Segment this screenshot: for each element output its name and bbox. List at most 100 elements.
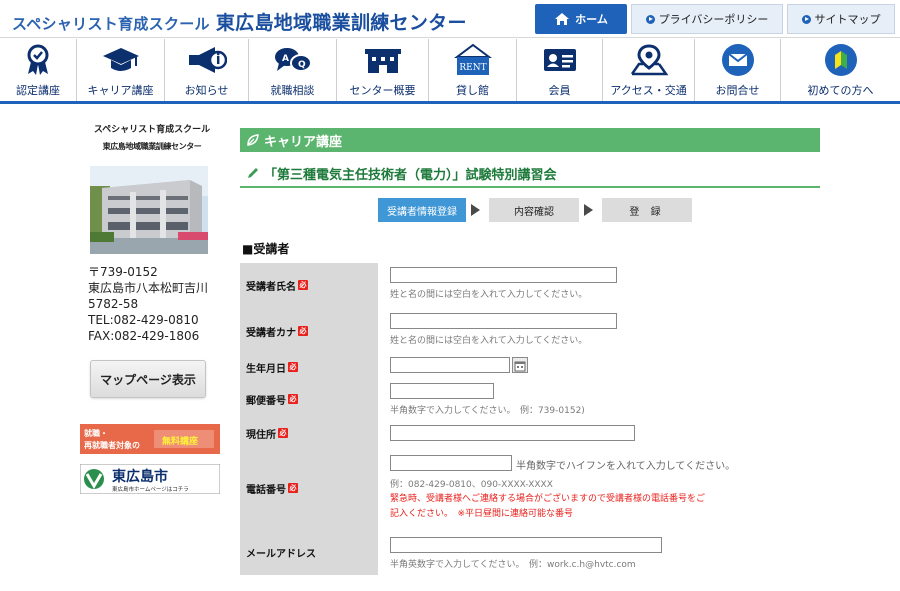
nav-label: 初めての方へ bbox=[807, 84, 874, 97]
free-course-banner[interactable]: 就職・ 再就職者対象の 無料講座 bbox=[80, 424, 220, 454]
form-row-birthdate: 生年月日必 bbox=[240, 355, 820, 379]
svg-text:A: A bbox=[282, 54, 289, 64]
banner-highlight: 無料講座 bbox=[162, 435, 198, 447]
main-nav: 認定講座 キャリア講座 お知らせ AQ 就職相談 センター概要 RENT 貸し館… bbox=[0, 39, 900, 104]
phone-input[interactable] bbox=[390, 455, 512, 471]
privacy-label: プライバシーポリシー bbox=[658, 13, 769, 26]
leaf-icon bbox=[247, 134, 259, 146]
sidebar: スペシャリスト育成スクール 東広島地域職業訓練センター 〒739-0152 東広… bbox=[79, 124, 222, 495]
email-input[interactable] bbox=[390, 537, 662, 553]
site-title[interactable]: スペシャリスト育成スクール 東広島地域職業訓練センター bbox=[12, 8, 467, 35]
postal-code-input[interactable] bbox=[390, 383, 494, 399]
nav-item-career-courses[interactable]: キャリア講座 bbox=[77, 39, 165, 101]
required-badge: 必 bbox=[288, 483, 298, 493]
beginner-mark-icon bbox=[824, 44, 857, 76]
nav-item-contact[interactable]: お問合せ bbox=[695, 39, 781, 101]
city-banner-subtitle: 東広島市ホームページはコチラ bbox=[112, 485, 189, 493]
nav-label: 貸し館 bbox=[456, 84, 489, 97]
progress-steps: 受講者情報登録 内容確認 登 録 bbox=[378, 198, 692, 222]
arrow-circle-icon bbox=[801, 14, 811, 24]
city-emblem-icon bbox=[84, 469, 104, 489]
address-input[interactable] bbox=[390, 425, 635, 441]
address-line: 5782-58 bbox=[88, 297, 139, 311]
chat-bubbles-icon: AQ bbox=[274, 48, 312, 72]
course-title: 「第三種電気主任技術者（電力）」試験特別講習会 bbox=[240, 160, 820, 188]
city-banner-title: 東広島市 bbox=[112, 468, 168, 485]
required-badge: 必 bbox=[288, 362, 298, 372]
step-confirm: 内容確認 bbox=[489, 198, 579, 222]
required-badge: 必 bbox=[288, 394, 298, 404]
calendar-button[interactable] bbox=[512, 357, 528, 373]
school-name: スペシャリスト育成スクール bbox=[12, 15, 210, 33]
field-hint: 姓と名の間には空白を入れて入力してください。 bbox=[390, 290, 588, 300]
field-label: 受講者氏名必 bbox=[240, 263, 378, 307]
site-header: スペシャリスト育成スクール 東広島地域職業訓練センター ホーム プライバシーポリシ… bbox=[0, 0, 900, 38]
pencil-icon bbox=[248, 168, 258, 178]
applicant-form: 受講者氏名必 姓と名の間には空白を入れて入力してください。 受講者カナ必 姓と名… bbox=[240, 263, 820, 575]
phone-warning-line1: 緊急時、受講者様へご連絡する場合がございますので受講者様の電話番号をご bbox=[390, 494, 706, 504]
center-name: 東広島地域職業訓練センター bbox=[215, 12, 467, 34]
phone-warning-line2: 記入ください。 ※平日昼間に連絡可能な番号 bbox=[390, 509, 574, 519]
nav-label: アクセス・交通 bbox=[610, 84, 687, 97]
step-arrow-icon bbox=[471, 204, 480, 216]
form-section-label: ■受講者 bbox=[242, 242, 290, 256]
member-card-icon bbox=[543, 49, 576, 71]
sidebar-school-name: スペシャリスト育成スクール bbox=[93, 125, 211, 135]
form-row-name: 受講者氏名必 姓と名の間には空白を入れて入力してください。 bbox=[240, 263, 820, 307]
address-block: 〒739-0152 東広島市八本松町吉川 5782-58 TEL:082-429… bbox=[88, 264, 208, 344]
sitemap-label: サイトマップ bbox=[814, 13, 881, 26]
nav-item-first-time-visitors[interactable]: 初めての方へ bbox=[781, 39, 900, 101]
tel-number: TEL:082-429-0810 bbox=[88, 313, 199, 327]
rent-sign-text: RENT bbox=[459, 63, 486, 73]
calendar-icon bbox=[514, 361, 526, 372]
field-label: 受講者カナ必 bbox=[240, 307, 378, 355]
course-title-text: 「第三種電気主任技術者（電力）」試験特別講習会 bbox=[264, 167, 557, 183]
field-hint: 姓と名の間には空白を入れて入力してください。 bbox=[390, 336, 588, 346]
sitemap-link[interactable]: サイトマップ bbox=[787, 4, 895, 34]
field-label: 郵便番号必 bbox=[240, 379, 378, 419]
graduation-cap-icon bbox=[102, 48, 139, 71]
envelope-icon bbox=[721, 44, 754, 76]
field-hint: 半角英数字で入力してください。 例：work.c.h@hvtc.com bbox=[390, 560, 636, 570]
banner-line2: 再就職者対象の bbox=[84, 440, 140, 450]
building-photo bbox=[90, 166, 208, 254]
main-content: キャリア講座 「第三種電気主任技術者（電力）」試験特別講習会 受講者情報登録 内… bbox=[240, 128, 820, 575]
nav-item-certified-courses[interactable]: 認定講座 bbox=[0, 39, 77, 101]
field-label: 生年月日必 bbox=[240, 355, 378, 379]
nav-label: 会員 bbox=[548, 84, 571, 97]
field-label: メールアドレス bbox=[240, 529, 378, 575]
nav-item-access[interactable]: アクセス・交通 bbox=[603, 39, 695, 101]
phone-example: 例：082-429-0810、090-XXXX-XXXX bbox=[390, 480, 553, 490]
nav-label: 認定講座 bbox=[16, 84, 60, 97]
postal-code: 〒739-0152 bbox=[88, 265, 158, 279]
form-row-postal: 郵便番号必 半角数字で入力してください。 例：739-0152) bbox=[240, 379, 820, 419]
rent-sign-icon: RENT bbox=[453, 43, 492, 75]
address-line: 東広島市八本松町吉川 bbox=[88, 281, 209, 295]
ribbon-badge-icon bbox=[27, 44, 49, 75]
nav-item-center-overview[interactable]: センター概要 bbox=[337, 39, 429, 101]
section-heading: キャリア講座 bbox=[240, 128, 820, 152]
privacy-policy-link[interactable]: プライバシーポリシー bbox=[631, 4, 783, 34]
banner-line1: 就職・ bbox=[84, 428, 108, 438]
nav-item-members[interactable]: 会員 bbox=[517, 39, 603, 101]
nav-item-job-consultation[interactable]: AQ 就職相談 bbox=[249, 39, 337, 101]
nav-item-facility-rental[interactable]: RENT 貸し館 bbox=[429, 39, 517, 101]
step-register-info: 受講者情報登録 bbox=[378, 198, 466, 222]
nav-label: 就職相談 bbox=[270, 84, 315, 97]
home-label: ホーム bbox=[575, 13, 608, 26]
required-badge: 必 bbox=[298, 280, 308, 290]
higashihiroshima-city-banner[interactable]: 東広島市 東広島市ホームページはコチラ bbox=[79, 463, 221, 495]
fax-number: FAX:082-429-1806 bbox=[88, 329, 200, 343]
field-hint: 半角数字で入力してください。 例：739-0152) bbox=[390, 406, 585, 416]
svg-text:Q: Q bbox=[298, 60, 306, 70]
nav-label: キャリア講座 bbox=[87, 84, 154, 97]
kana-input[interactable] bbox=[390, 313, 617, 329]
map-pin-icon bbox=[630, 44, 668, 76]
required-badge: 必 bbox=[298, 326, 308, 336]
name-input[interactable] bbox=[390, 267, 617, 283]
birthdate-input[interactable] bbox=[390, 357, 510, 373]
map-page-button[interactable]: マップページ表示 bbox=[90, 360, 206, 398]
field-hint-inline: 半角数字でハイフンを入れて入力してください。 bbox=[516, 461, 736, 472]
nav-item-news[interactable]: お知らせ bbox=[165, 39, 249, 101]
home-button[interactable]: ホーム bbox=[535, 4, 627, 34]
